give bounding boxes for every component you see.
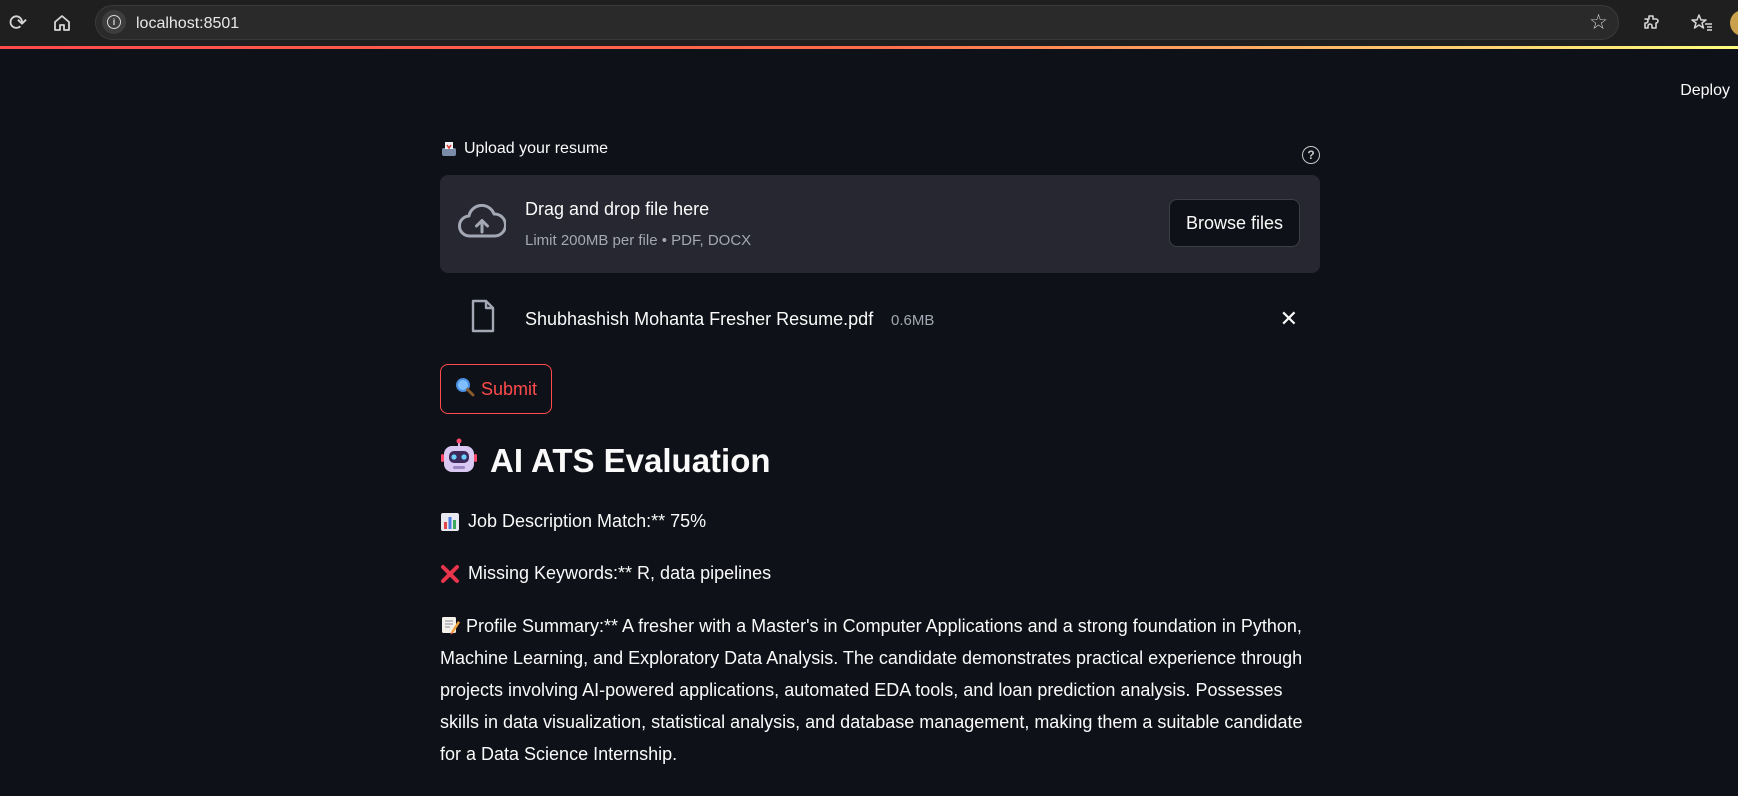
dropzone-title: Drag and drop file here (525, 199, 710, 219)
help-icon[interactable]: ? (1302, 146, 1320, 164)
reload-icon[interactable]: ⟳ (1, 6, 35, 40)
cloud-upload-icon (458, 203, 507, 245)
magnifier-icon (455, 377, 475, 402)
browser-toolbar: ⟳ i localhost:8501 ☆ (0, 0, 1738, 46)
file-icon (470, 299, 496, 338)
file-dropzone[interactable]: Drag and drop file here Limit 200MB per … (440, 175, 1320, 273)
missing-keywords-line: Missing Keywords:** R, data pipelines (440, 563, 771, 584)
bar-chart-icon (440, 512, 460, 532)
submit-label: Submit (481, 378, 538, 399)
home-icon[interactable] (45, 6, 79, 40)
missing-keywords-text: Missing Keywords:** R, data pipelines (468, 563, 772, 583)
result-title-text: AI ATS Evaluation (490, 442, 771, 479)
inbox-tray-icon (440, 140, 458, 158)
uploaded-file-row: Shubhashish Mohanta Fresher Resume.pdf 0… (440, 295, 1320, 345)
profile-summary-text: Profile Summary:** A fresher with a Mast… (440, 616, 1303, 764)
address-bar[interactable]: i localhost:8501 ☆ (95, 5, 1619, 40)
submit-button[interactable]: Submit (440, 364, 553, 414)
deploy-button[interactable]: Deploy (1680, 82, 1730, 100)
result-title: AI ATS Evaluation (440, 438, 771, 484)
extensions-icon[interactable] (1635, 6, 1669, 40)
streamlit-header-decoration (0, 46, 1738, 49)
favorites-icon[interactable] (1685, 6, 1719, 40)
url-text: localhost:8501 (136, 15, 240, 32)
match-text: Job Description Match:** 75% (468, 511, 707, 531)
remove-file-close-icon[interactable]: ✕ (1280, 307, 1298, 332)
profile-avatar[interactable] (1730, 10, 1738, 36)
uploaded-file-name: Shubhashish Mohanta Fresher Resume.pdf (525, 309, 874, 329)
uploader-label: Upload your resume (440, 140, 608, 158)
robot-icon (440, 438, 478, 484)
uploaded-file-size: 0.6MB (891, 312, 935, 329)
cross-mark-icon (440, 564, 460, 584)
site-info-icon[interactable]: i (102, 10, 126, 34)
profile-summary: Profile Summary:** A fresher with a Mast… (440, 610, 1320, 770)
uploader-label-text: Upload your resume (464, 140, 609, 157)
browse-files-button[interactable]: Browse files (1168, 199, 1300, 247)
match-line: Job Description Match:** 75% (440, 511, 706, 532)
bookmark-star-icon[interactable]: ☆ (1589, 10, 1608, 34)
dropzone-limit: Limit 200MB per file • PDF, DOCX (525, 232, 752, 249)
memo-icon (440, 613, 460, 635)
